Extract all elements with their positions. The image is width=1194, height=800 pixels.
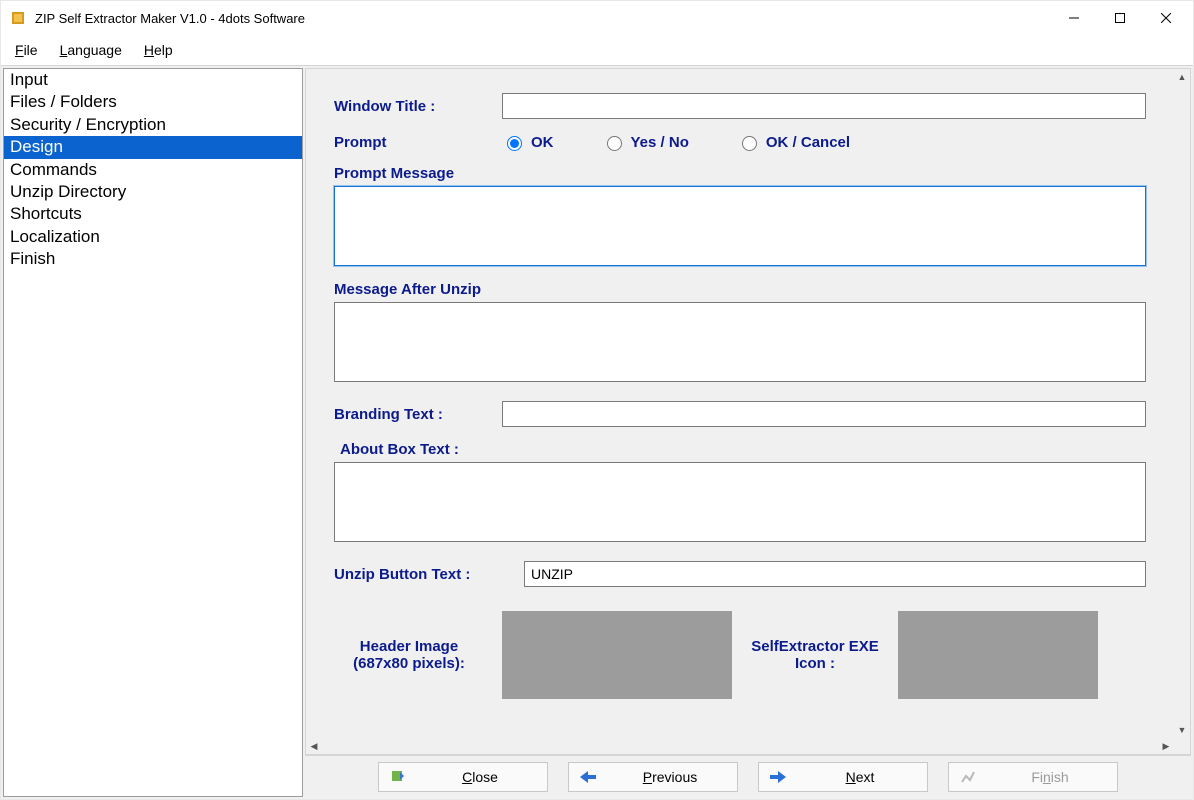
nav-localization[interactable]: Localization [4, 226, 302, 248]
nav-files-folders[interactable]: Files / Folders [4, 91, 302, 113]
prompt-radio-yesno-label: Yes / No [631, 134, 689, 151]
app-window: ZIP Self Extractor Maker V1.0 - 4dots So… [0, 0, 1194, 800]
menu-bar: File Language Help [1, 35, 1193, 65]
nav-unzip-directory[interactable]: Unzip Directory [4, 181, 302, 203]
window-title: ZIP Self Extractor Maker V1.0 - 4dots So… [35, 11, 1051, 26]
sidebar-nav: Input Files / Folders Security / Encrypt… [3, 68, 303, 797]
window-title-input[interactable] [502, 93, 1146, 119]
nav-design[interactable]: Design [4, 136, 302, 158]
wizard-bar: Close Previous Next Finish [305, 755, 1191, 797]
arrow-right-icon [769, 768, 787, 786]
nav-commands[interactable]: Commands [4, 159, 302, 181]
scroll-corner [1174, 738, 1190, 754]
prompt-radio-okcancel-label: OK / Cancel [766, 134, 850, 151]
scroll-down-icon[interactable]: ▼ [1174, 722, 1190, 738]
finish-button[interactable]: Finish [948, 762, 1118, 792]
minimize-button[interactable] [1051, 3, 1097, 33]
prompt-message-input[interactable] [334, 186, 1146, 266]
design-form: Window Title : Prompt OK Yes / No OK / C… [306, 69, 1174, 738]
nav-input[interactable]: Input [4, 69, 302, 91]
title-bar: ZIP Self Extractor Maker V1.0 - 4dots So… [1, 1, 1193, 35]
maximize-button[interactable] [1097, 3, 1143, 33]
header-image-well[interactable] [502, 611, 732, 699]
menu-help[interactable]: Help [144, 42, 173, 58]
scroll-right-icon[interactable]: ▶ [1158, 738, 1174, 754]
next-button[interactable]: Next [758, 762, 928, 792]
branding-label: Branding Text : [334, 406, 502, 423]
unzip-btn-input[interactable] [524, 561, 1146, 587]
prompt-message-label: Prompt Message [334, 165, 1146, 182]
window-title-label: Window Title : [334, 98, 502, 115]
prompt-radio-group: OK Yes / No OK / Cancel [502, 133, 850, 151]
after-unzip-input[interactable] [334, 302, 1146, 382]
previous-button[interactable]: Previous [568, 762, 738, 792]
exe-icon-label: SelfExtractor EXE Icon : [750, 638, 880, 672]
close-window-button[interactable] [1143, 3, 1189, 33]
prompt-radio-okcancel[interactable] [742, 136, 757, 151]
finish-icon [959, 768, 977, 786]
prompt-radio-ok-label: OK [531, 134, 554, 151]
header-image-label: Header Image (687x80 pixels): [334, 638, 484, 672]
main-panel: Window Title : Prompt OK Yes / No OK / C… [305, 68, 1191, 797]
menu-language[interactable]: Language [60, 42, 122, 58]
unzip-btn-label: Unzip Button Text : [334, 566, 524, 583]
scroll-pane: Window Title : Prompt OK Yes / No OK / C… [305, 68, 1191, 755]
horizontal-scrollbar[interactable]: ◀ ▶ [306, 738, 1174, 754]
prompt-radio-ok[interactable] [507, 136, 522, 151]
app-icon [9, 9, 27, 27]
nav-shortcuts[interactable]: Shortcuts [4, 203, 302, 225]
nav-finish[interactable]: Finish [4, 248, 302, 270]
work-area: Input Files / Folders Security / Encrypt… [1, 65, 1193, 799]
vertical-scrollbar[interactable]: ▲ ▼ [1174, 69, 1190, 738]
about-label: About Box Text : [334, 441, 1146, 458]
prompt-radio-yesno[interactable] [607, 136, 622, 151]
scroll-left-icon[interactable]: ◀ [306, 738, 322, 754]
after-unzip-label: Message After Unzip [334, 281, 1146, 298]
exe-icon-well[interactable] [898, 611, 1098, 699]
scroll-up-icon[interactable]: ▲ [1174, 69, 1190, 85]
arrow-left-icon [579, 768, 597, 786]
close-button[interactable]: Close [378, 762, 548, 792]
menu-file[interactable]: File [15, 42, 38, 58]
close-icon [389, 768, 407, 786]
nav-security[interactable]: Security / Encryption [4, 114, 302, 136]
about-input[interactable] [334, 462, 1146, 542]
branding-input[interactable] [502, 401, 1146, 427]
prompt-label: Prompt [334, 134, 502, 151]
